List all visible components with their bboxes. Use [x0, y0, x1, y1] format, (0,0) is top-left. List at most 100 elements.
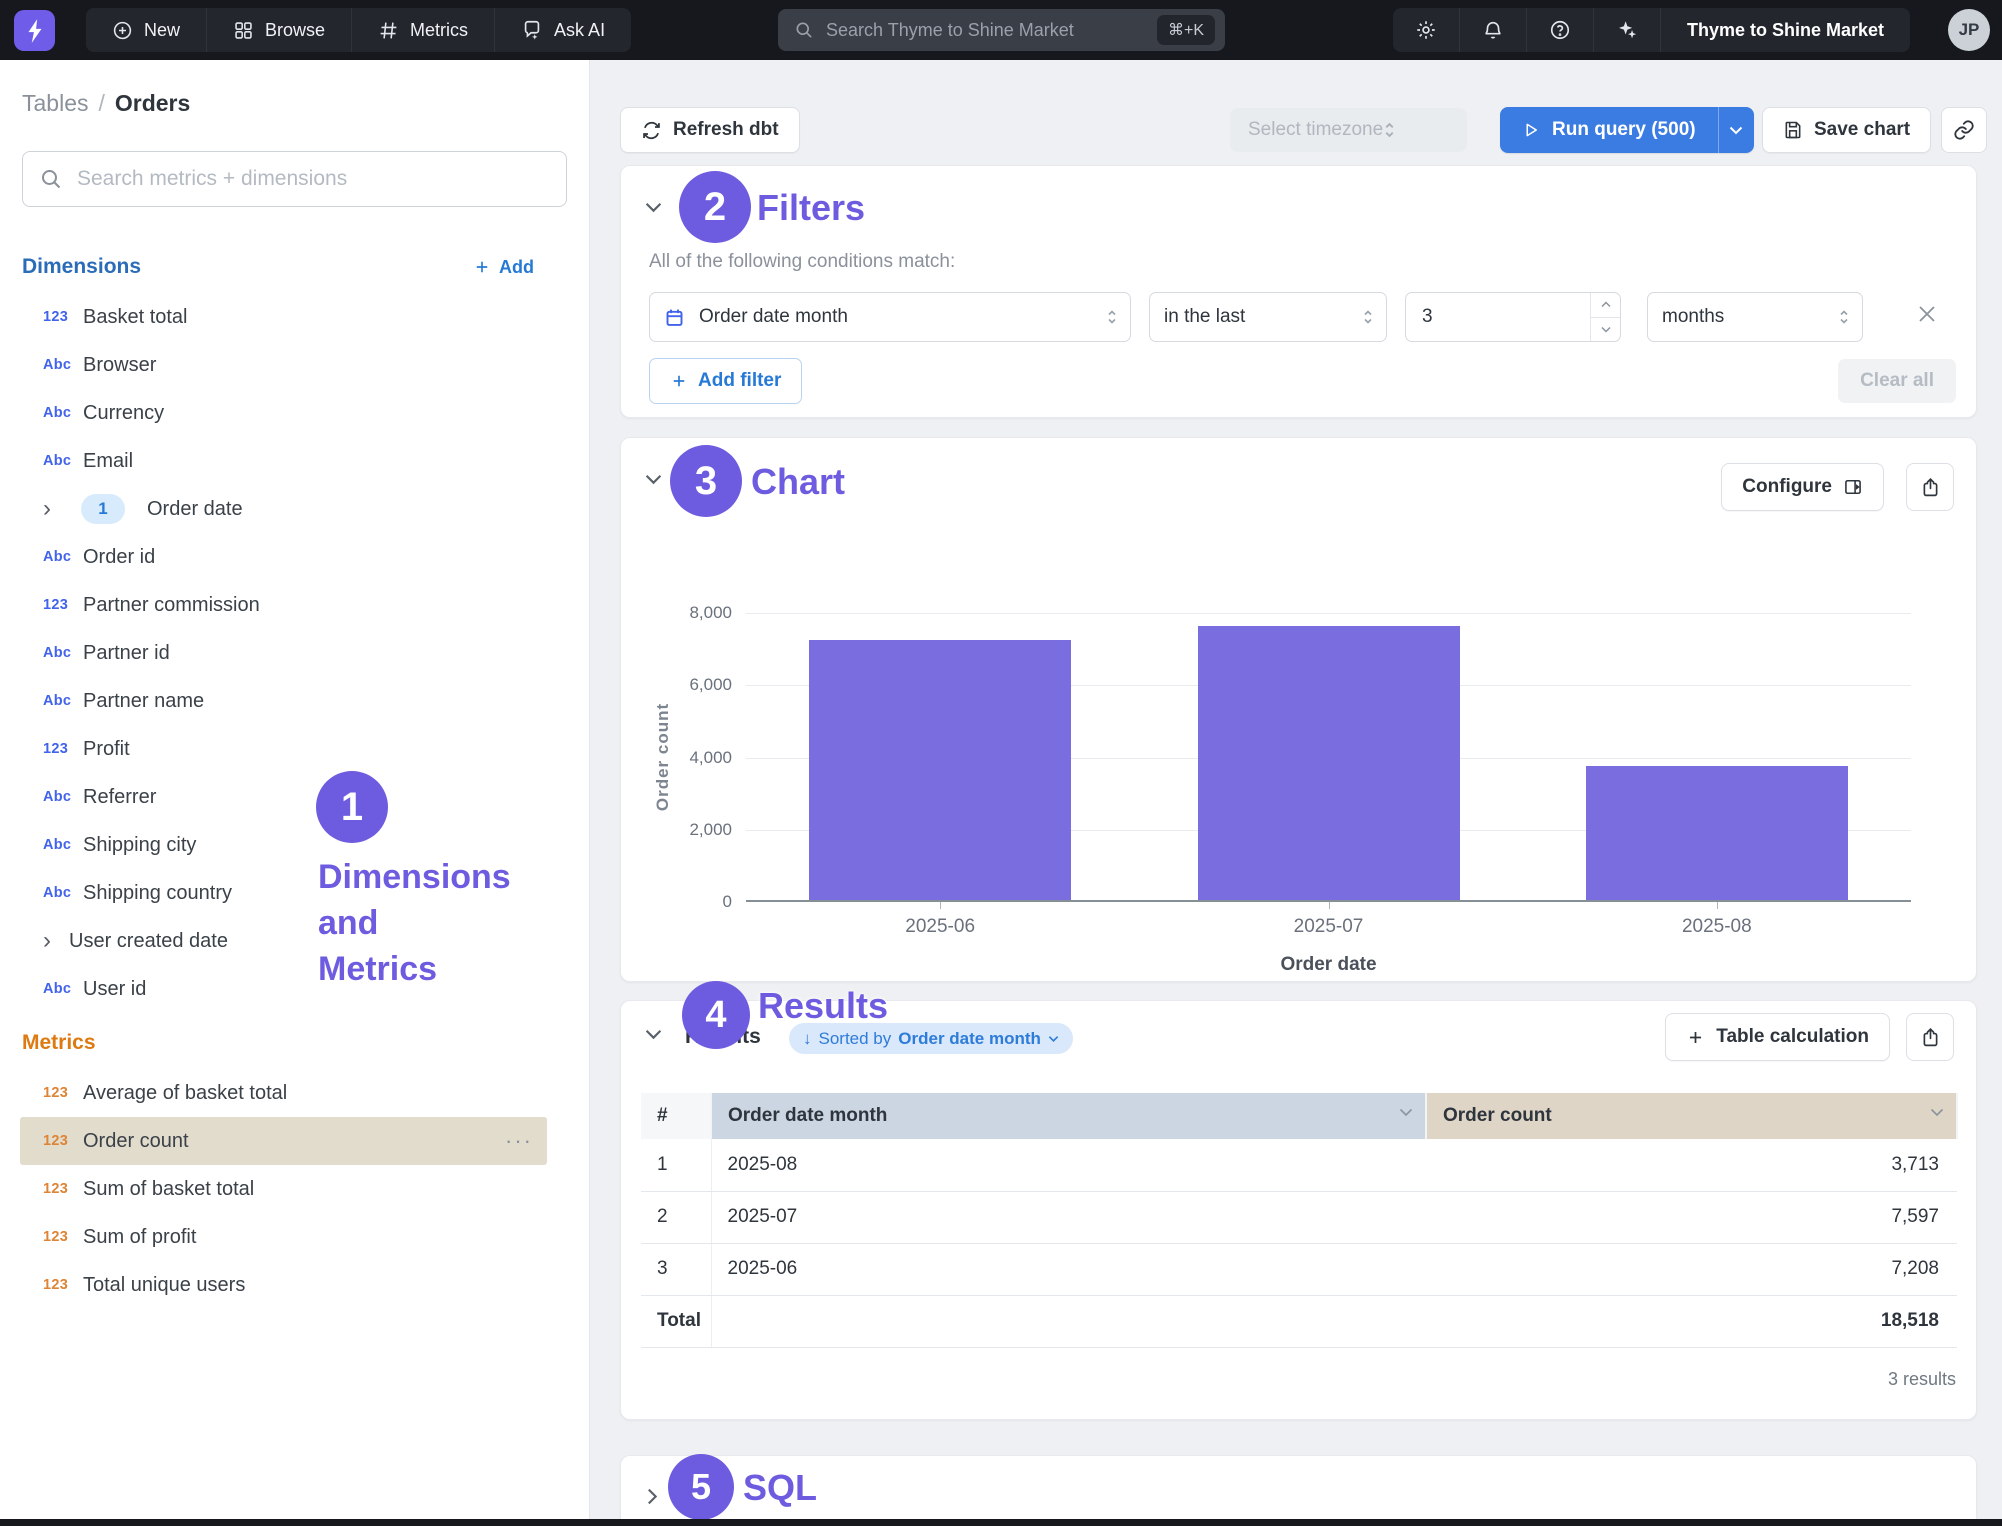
breadcrumb: Tables/Orders — [22, 90, 589, 117]
sql-expand-chevron[interactable] — [647, 1488, 658, 1505]
sidebar-item-partner-name[interactable]: AbcPartner name — [20, 677, 547, 725]
metrics-header: Metrics — [22, 1031, 534, 1055]
sidebar-item-email[interactable]: AbcEmail — [20, 437, 547, 485]
nav-item-browse[interactable]: Browse — [207, 8, 352, 52]
number-stepper[interactable] — [1590, 293, 1620, 341]
settings-button[interactable] — [1393, 8, 1460, 52]
field-label: Profit — [83, 738, 130, 761]
bell-icon — [1482, 19, 1504, 41]
annotation-2-label: Filters — [757, 187, 865, 229]
row-index-cell: 1 — [641, 1139, 711, 1191]
plus-icon — [473, 258, 491, 276]
metrics-list: 123Average of basket total 123 Order count… — [0, 1069, 589, 1309]
refresh-icon — [641, 120, 662, 141]
add-dimension-button[interactable]: Add — [473, 257, 534, 278]
breadcrumb-tables-link[interactable]: Tables — [22, 90, 88, 116]
annotation-2-circle: 2 — [679, 171, 751, 243]
sidebar-item-order-id[interactable]: AbcOrder id — [20, 533, 547, 581]
string-field-icon: Abc — [43, 981, 83, 997]
run-query-button[interactable]: Run query (500) — [1500, 107, 1718, 153]
ai-assistant-button[interactable] — [1594, 8, 1661, 52]
share-link-button[interactable] — [1941, 107, 1987, 153]
global-search-input[interactable]: Search Thyme to Shine Market ⌘+K — [778, 9, 1225, 51]
fields-search-placeholder: Search metrics + dimensions — [77, 167, 347, 191]
hash-icon — [378, 20, 399, 41]
fields-search-input[interactable]: Search metrics + dimensions — [22, 151, 567, 207]
help-button[interactable] — [1527, 8, 1594, 52]
timezone-select[interactable]: Select timezone — [1230, 108, 1467, 152]
run-query-options-button[interactable] — [1718, 107, 1754, 153]
remove-filter-button[interactable] — [1917, 304, 1937, 324]
sidebar-item-sum-of-profit[interactable]: 123Sum of profit — [20, 1213, 547, 1261]
stepper-up-icon[interactable] — [1591, 293, 1620, 318]
string-field-icon: Abc — [43, 549, 83, 565]
notifications-button[interactable] — [1460, 8, 1527, 52]
org-switcher[interactable]: Thyme to Shine Market — [1661, 8, 1910, 52]
table-calculation-button[interactable]: Table calculation — [1665, 1013, 1890, 1061]
sidebar-item-profit[interactable]: 123Profit — [20, 725, 547, 773]
sidebar-item-sum-of-basket-total[interactable]: 123Sum of basket total — [20, 1165, 547, 1213]
string-field-icon: Abc — [43, 357, 83, 373]
save-chart-button[interactable]: Save chart — [1762, 107, 1931, 153]
string-field-icon: Abc — [43, 837, 83, 853]
sidebar-item-user-id[interactable]: AbcUser id — [20, 965, 547, 1013]
field-label: Average of basket total — [83, 1082, 287, 1105]
filters-collapse-chevron[interactable] — [645, 202, 662, 213]
sorted-by-pill[interactable]: ↓ Sorted by Order date month — [789, 1023, 1073, 1054]
refresh-dbt-button[interactable]: Refresh dbt — [620, 107, 800, 153]
sidebar-item-partner-commission[interactable]: 123Partner commission — [20, 581, 547, 629]
stepper-down-icon[interactable] — [1591, 318, 1620, 342]
order-date-month-cell: 2025-08 — [711, 1139, 1426, 1191]
export-results-button[interactable] — [1906, 1013, 1954, 1061]
x-tick-label: 2025-06 — [840, 916, 1040, 938]
nav-item-metrics[interactable]: Metrics — [352, 8, 495, 52]
calendar-icon — [664, 307, 685, 328]
navbar-right-group: Thyme to Shine Market — [1393, 8, 1910, 52]
field-label: Currency — [83, 402, 164, 425]
filter-operator-select[interactable]: in the last — [1149, 292, 1387, 342]
sidebar-item-average-of-basket-total[interactable]: 123Average of basket total — [20, 1069, 547, 1117]
column-header-order-count[interactable]: Order count — [1426, 1093, 1957, 1139]
clear-all-filters-button[interactable]: Clear all — [1838, 359, 1956, 403]
export-chart-button[interactable] — [1906, 463, 1954, 511]
nav-item-ask-ai[interactable]: Ask AI — [495, 8, 631, 52]
results-table: # Order date month Order count 12025-083… — [641, 1093, 1958, 1348]
more-menu-icon[interactable]: ··· — [505, 1128, 533, 1154]
sidebar-item-total-unique-users[interactable]: 123Total unique users — [20, 1261, 547, 1309]
field-label: Partner name — [83, 690, 204, 713]
results-collapse-chevron[interactable] — [645, 1029, 662, 1040]
sidebar-item-browser[interactable]: AbcBrowser — [20, 341, 547, 389]
window-bottom-edge — [0, 1519, 2002, 1526]
field-label: Order count — [83, 1130, 189, 1153]
metrics-title: Metrics — [22, 1031, 96, 1055]
table-row: 22025-077,597 — [641, 1191, 1957, 1243]
field-label: Order id — [83, 546, 155, 569]
sidebar-item-currency[interactable]: AbcCurrency — [20, 389, 547, 437]
configure-chart-button[interactable]: Configure — [1721, 463, 1884, 511]
x-tick-mark — [1329, 902, 1330, 909]
sidebar-item-partner-id[interactable]: AbcPartner id — [20, 629, 547, 677]
chart-collapse-chevron[interactable] — [645, 474, 662, 485]
filter-value-input[interactable]: 3 — [1405, 292, 1621, 342]
app-logo[interactable] — [14, 10, 55, 51]
sidebar-item-order-count[interactable]: 123Order count··· — [20, 1117, 547, 1165]
numeric-field-icon: 123 — [43, 1277, 83, 1293]
user-avatar[interactable]: JP — [1948, 9, 1990, 51]
sidebar-item-basket-total[interactable]: 123Basket total — [20, 293, 547, 341]
row-index-cell: 3 — [641, 1243, 711, 1295]
filter-unit-select[interactable]: months — [1647, 292, 1863, 342]
sidebar-item-user-created-date[interactable]: ›User created date — [20, 917, 547, 965]
chevron-right-icon[interactable]: › — [43, 929, 69, 953]
arrow-down-icon: ↓ — [803, 1029, 812, 1049]
nav-item-new[interactable]: New — [86, 8, 207, 52]
sidebar-item-referrer[interactable]: AbcReferrer — [20, 773, 547, 821]
sidebar-item-order-date[interactable]: ›1Order date — [20, 485, 547, 533]
filter-field-select[interactable]: Order date month — [649, 292, 1131, 342]
field-label: Order date — [147, 498, 243, 521]
x-tick-mark — [1717, 902, 1718, 909]
chevron-right-icon[interactable]: › — [43, 497, 69, 521]
column-header-order-date-month[interactable]: Order date month — [711, 1093, 1426, 1139]
y-tick-label: 2,000 — [646, 820, 732, 840]
add-filter-button[interactable]: Add filter — [649, 358, 802, 404]
ask-ai-icon — [521, 19, 543, 41]
